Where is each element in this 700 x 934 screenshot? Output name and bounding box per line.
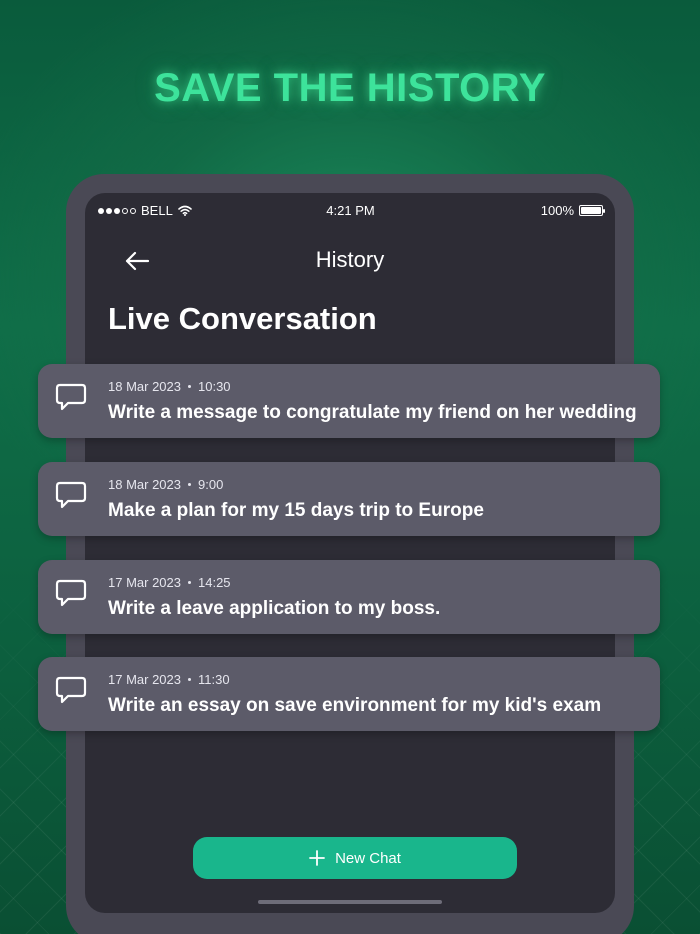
separator-dot: [188, 483, 191, 486]
new-chat-button[interactable]: New Chat: [193, 837, 517, 879]
battery-fill: [581, 207, 601, 214]
status-bar: BELL 4:21 PM 100%: [98, 203, 605, 219]
page-headline: SAVE THE HISTORY: [154, 66, 546, 110]
conversation-title: Write an essay on save environment for m…: [108, 695, 602, 716]
conversation-item[interactable]: 17 Mar 2023 11:30 Write an essay on save…: [38, 657, 660, 731]
conversation-title: Make a plan for my 15 days trip to Europ…: [108, 500, 484, 521]
conversation-date: 18 Mar 2023: [108, 477, 181, 492]
separator-dot: [188, 385, 191, 388]
conversation-item[interactable]: 18 Mar 2023 10:30 Write a message to con…: [38, 364, 660, 438]
conversation-date: 17 Mar 2023: [108, 575, 181, 590]
conversation-date: 18 Mar 2023: [108, 379, 181, 394]
conversation-time: 11:30: [198, 672, 230, 687]
conversation-date: 17 Mar 2023: [108, 672, 181, 687]
conversation-item[interactable]: 18 Mar 2023 9:00 Make a plan for my 15 d…: [38, 462, 660, 536]
conversation-item[interactable]: 17 Mar 2023 14:25 Write a leave applicat…: [38, 560, 660, 634]
conversation-time: 9:00: [198, 477, 224, 492]
conversation-time: 14:25: [198, 575, 231, 590]
battery-percent: 100%: [540, 203, 574, 218]
status-right: 100%: [540, 203, 605, 218]
plus-icon: [309, 850, 325, 866]
status-time: 4:21 PM: [326, 203, 375, 218]
new-chat-label: New Chat: [335, 849, 401, 867]
separator-dot: [188, 678, 191, 681]
conversation-meta: 17 Mar 2023 14:25: [108, 575, 231, 590]
battery-icon: [579, 205, 605, 216]
conversation-title: Write a leave application to my boss.: [108, 598, 441, 619]
chat-bubble-icon: [55, 383, 87, 411]
nav-bar: History: [85, 241, 615, 281]
chat-bubble-icon: [55, 676, 87, 704]
chat-bubble-icon: [55, 481, 87, 509]
conversation-time: 10:30: [198, 379, 231, 394]
section-title: Live Conversation: [108, 301, 377, 336]
app-screen: BELL 4:21 PM 100% History Live Conversat…: [85, 193, 615, 913]
conversation-title: Write a message to congratulate my frien…: [108, 402, 637, 423]
conversation-meta: 17 Mar 2023 11:30: [108, 672, 230, 687]
separator-dot: [188, 581, 191, 584]
nav-title: History: [315, 247, 385, 272]
conversation-meta: 18 Mar 2023 9:00: [108, 477, 223, 492]
home-indicator: [258, 900, 442, 904]
chat-bubble-icon: [55, 579, 87, 607]
conversation-meta: 18 Mar 2023 10:30: [108, 379, 231, 394]
